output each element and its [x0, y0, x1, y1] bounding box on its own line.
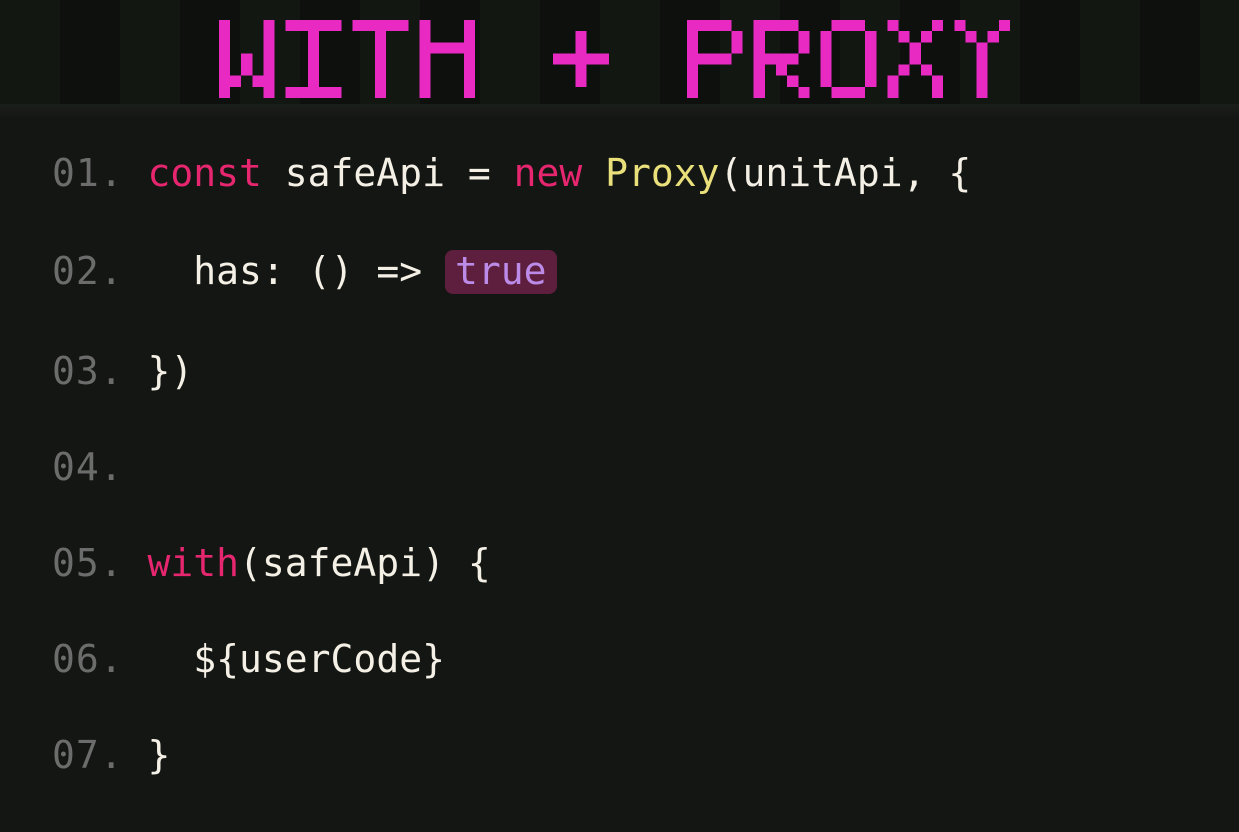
- code-token: :: [262, 252, 285, 290]
- line-number: 04.: [52, 448, 148, 486]
- code-token: [262, 154, 285, 192]
- line-number: 03.: [52, 352, 148, 390]
- code-token: {: [948, 154, 971, 192]
- code-token: ${: [193, 640, 239, 678]
- code-token: Proxy: [605, 154, 719, 192]
- code-token: userCode: [239, 640, 422, 678]
- line-number: 07.: [52, 736, 148, 774]
- code-token: }: [422, 640, 445, 678]
- code-token: =: [468, 154, 491, 192]
- code-token: (: [720, 154, 743, 192]
- code-token: [925, 154, 948, 192]
- code-token: [148, 640, 194, 678]
- code-line: 01. const safeApi = new Proxy(unitApi, {: [52, 154, 1239, 192]
- code-line: 02. has: () => true: [52, 250, 1239, 294]
- code-token: ): [422, 544, 445, 582]
- code-token: true: [445, 250, 557, 294]
- code-line: 07. }: [52, 736, 1239, 774]
- code-token: safeApi: [262, 544, 422, 582]
- code-line: 04.: [52, 448, 1239, 486]
- code-line: 06. ${userCode}: [52, 640, 1239, 678]
- title-bar: with + Proxy: [0, 0, 1239, 118]
- code-token: new: [514, 154, 583, 192]
- code-token: (: [239, 544, 262, 582]
- code-token: [445, 544, 468, 582]
- code-token: const: [148, 154, 262, 192]
- code-token: [285, 252, 308, 290]
- code-token: has: [193, 252, 262, 290]
- slide: with + Proxy 01. const safeApi = new Pro…: [0, 0, 1239, 832]
- code-token: =>: [376, 252, 422, 290]
- code-token: with: [148, 544, 240, 582]
- code-token: }: [148, 736, 171, 774]
- code-token: [353, 252, 376, 290]
- code-token: (): [308, 252, 354, 290]
- line-number: 05.: [52, 544, 148, 582]
- line-number: 02.: [52, 252, 148, 290]
- code-line: 05. with(safeApi) {: [52, 544, 1239, 582]
- code-token: safeApi: [285, 154, 445, 192]
- code-block: 01. const safeApi = new Proxy(unitApi, {…: [0, 118, 1239, 832]
- code-token: {: [468, 544, 491, 582]
- code-token: ,: [903, 154, 926, 192]
- code-token: [148, 252, 194, 290]
- slide-title: with + Proxy: [188, 20, 1052, 98]
- code-token: [422, 252, 445, 290]
- line-number: 06.: [52, 640, 148, 678]
- code-token: unitApi: [742, 154, 902, 192]
- line-number: 01.: [52, 154, 148, 192]
- code-token: [582, 154, 605, 192]
- code-token: }): [148, 352, 194, 390]
- code-token: [445, 154, 468, 192]
- code-token: [491, 154, 514, 192]
- code-line: 03. }): [52, 352, 1239, 390]
